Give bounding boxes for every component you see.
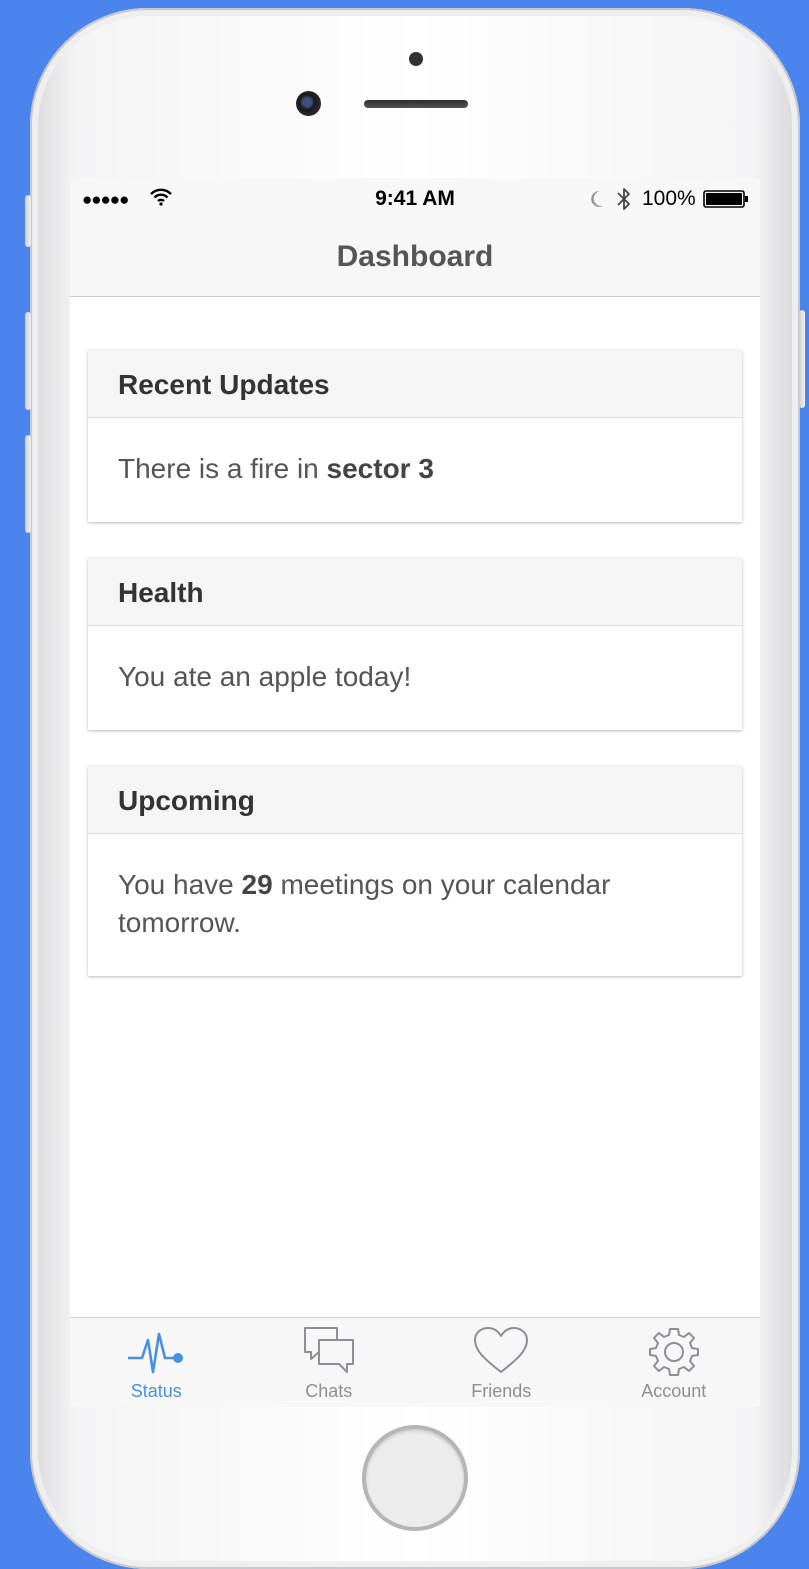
- card-title: Recent Updates: [88, 350, 742, 418]
- card-body-highlight: sector 3: [326, 453, 434, 484]
- tab-label: Account: [641, 1381, 707, 1401]
- pulse-icon: [128, 1332, 184, 1374]
- status-bar: ●●●●● 9:41 AM 100%: [70, 178, 760, 220]
- home-button[interactable]: [362, 1425, 468, 1531]
- card-upcoming: Upcoming You have 29 meetings on your ca…: [88, 766, 742, 976]
- tab-label: Friends: [471, 1381, 532, 1401]
- tab-friends[interactable]: Friends: [415, 1318, 588, 1407]
- card-title: Upcoming: [88, 766, 742, 834]
- volume-down-button: [25, 435, 31, 533]
- earpiece-speaker: [364, 100, 468, 108]
- mute-switch: [25, 195, 31, 247]
- card-list: Recent Updates There is a fire in sector…: [88, 350, 742, 1012]
- battery-icon: [703, 190, 748, 208]
- proximity-sensor: [409, 52, 423, 66]
- card-body: You have 29 meetings on your calendar to…: [118, 869, 611, 938]
- volume-up-button: [25, 312, 31, 410]
- tab-bar: Status Chats Friends Account: [70, 1317, 760, 1407]
- card-body-highlight: 29: [241, 869, 273, 900]
- page-title: Dashboard: [336, 240, 494, 273]
- tab-account[interactable]: Account: [588, 1318, 761, 1407]
- card-body: You ate an apple today!: [118, 661, 412, 692]
- card-health: Health You ate an apple today!: [88, 558, 742, 730]
- card-recent-updates: Recent Updates There is a fire in sector…: [88, 350, 742, 522]
- navigation-bar: Dashboard: [70, 220, 760, 297]
- heart-icon: [474, 1327, 529, 1373]
- card-title: Health: [88, 558, 742, 626]
- tab-chats[interactable]: Chats: [243, 1318, 416, 1407]
- power-button: [799, 310, 805, 408]
- tab-label: Status: [130, 1381, 182, 1401]
- chat-bubbles-icon: [303, 1327, 354, 1373]
- front-camera: [296, 91, 321, 116]
- tab-status[interactable]: Status: [70, 1318, 243, 1407]
- gear-icon: [648, 1328, 699, 1376]
- card-body: There is a fire in sector 3: [118, 453, 434, 484]
- tab-label: Chats: [305, 1381, 353, 1401]
- bluetooth-icon: [617, 188, 630, 210]
- battery-percentage: 100%: [642, 187, 696, 210]
- moon-icon: [591, 190, 603, 207]
- screen: ●●●●● 9:41 AM 100% Dashboard Recent Upda…: [70, 178, 760, 1407]
